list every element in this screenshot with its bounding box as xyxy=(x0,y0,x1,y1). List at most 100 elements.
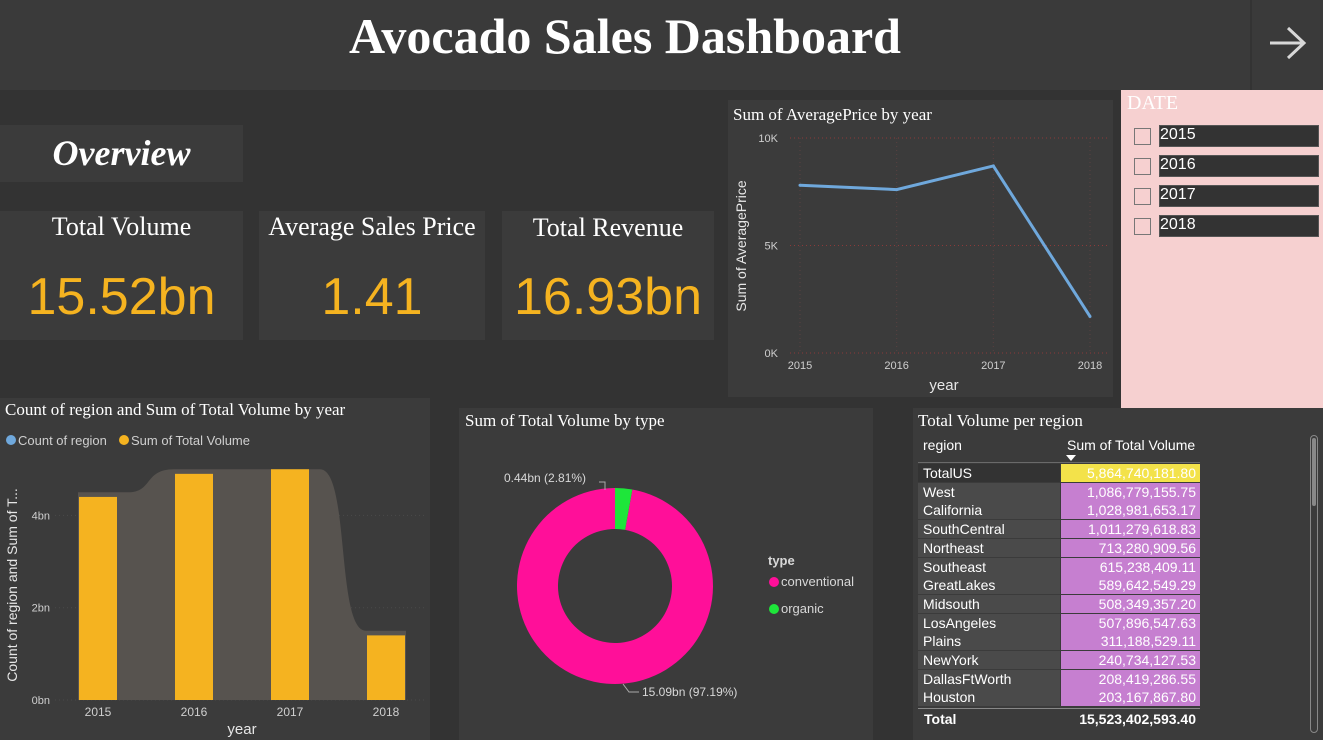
table-row[interactable]: West 1,086,779,155.75 xyxy=(918,482,1200,501)
kpi-total-volume: Total Volume 15.52bn xyxy=(0,211,243,340)
table-row[interactable]: Plains 311,188,529.11 xyxy=(918,632,1200,651)
slicer-option-2018[interactable]: 2018 xyxy=(1134,215,1320,239)
cell-region: DallasFtWorth xyxy=(918,669,1060,688)
cell-volume: 1,086,779,155.75 xyxy=(1061,482,1200,501)
checkbox[interactable] xyxy=(1134,188,1151,205)
legend-label-conventional: conventional xyxy=(781,574,854,589)
scrollbar-thumb[interactable] xyxy=(1312,438,1316,506)
bar-total-volume xyxy=(175,473,213,700)
total-label: Total xyxy=(924,711,957,727)
slicer-option-2015[interactable]: 2015 xyxy=(1134,125,1320,149)
slicer-option-label: 2017 xyxy=(1160,186,1196,203)
overview-label: Overview xyxy=(52,133,191,173)
table-row[interactable]: Southeast 615,238,409.11 xyxy=(918,557,1200,576)
kpi-total-revenue: Total Revenue 16.93bn xyxy=(502,211,714,340)
checkbox[interactable] xyxy=(1134,158,1151,175)
data-point xyxy=(1088,314,1092,318)
cell-region: California xyxy=(918,501,1060,520)
legend-marker-volume xyxy=(119,435,129,445)
cell-region: GreatLakes xyxy=(918,576,1060,595)
table-row[interactable]: Midsouth 508,349,357.20 xyxy=(918,594,1200,613)
cell-volume: 311,188,529.11 xyxy=(1061,632,1200,651)
cell-volume: 589,642,549.29 xyxy=(1061,576,1200,595)
table-title: Total Volume per region xyxy=(918,411,1083,430)
column-header-volume[interactable]: Sum of Total Volume xyxy=(1067,437,1195,453)
donut-chart[interactable]: 0.44bn (2.81%) 15.09bn (97.19%) type conven… xyxy=(459,430,873,740)
kpi-average-sales-price: Average Sales Price 1.41 xyxy=(259,211,485,340)
cell-volume: 1,011,279,618.83 xyxy=(1061,520,1200,539)
y-axis-label: Count of region and Sum of T... xyxy=(4,488,20,682)
cell-region: NewYork xyxy=(918,651,1060,669)
kpi-value: 16.93bn xyxy=(514,268,702,326)
legend-label-volume: Sum of Total Volume xyxy=(131,433,250,448)
x-tick-label: 2015 xyxy=(85,705,112,719)
y-tick-label: 2bn xyxy=(32,603,50,615)
cell-volume: 5,864,740,181.80 xyxy=(1061,464,1200,482)
data-label-organic: 0.44bn (2.81%) xyxy=(504,471,586,485)
table-row[interactable]: GreatLakes 589,642,549.29 xyxy=(918,576,1200,595)
slicer-option-2017[interactable]: 2017 xyxy=(1134,185,1320,209)
x-tick-label: 2016 xyxy=(884,360,908,372)
table-row[interactable]: NewYork 240,734,127.53 xyxy=(918,651,1200,669)
y-tick-label: 0bn xyxy=(32,695,50,707)
table-row[interactable]: TotalUS 5,864,740,181.80 xyxy=(918,464,1200,482)
cell-volume: 507,896,547.63 xyxy=(1061,613,1200,632)
cell-region: LosAngeles xyxy=(918,613,1060,632)
combo-chart[interactable]: Count of region Sum of Total Volume 0bn 2bn… xyxy=(0,420,430,740)
table-row[interactable]: Houston 203,167,867.80 xyxy=(918,688,1200,707)
legend-label-count: Count of region xyxy=(18,433,107,448)
kpi-title: Total Volume xyxy=(51,212,192,241)
table-row[interactable]: LosAngeles 507,896,547.63 xyxy=(918,613,1200,632)
table-row[interactable]: SouthCentral 1,011,279,618.83 xyxy=(918,520,1200,539)
data-point xyxy=(991,164,995,168)
table-row[interactable]: California 1,028,981,653.17 xyxy=(918,501,1200,520)
table-row[interactable]: Northeast 713,280,909.56 xyxy=(918,538,1200,557)
cell-region: SouthCentral xyxy=(918,520,1060,539)
legend-marker-count xyxy=(6,435,16,445)
x-tick-label: 2018 xyxy=(373,705,400,719)
bar-total-volume xyxy=(271,469,309,700)
x-axis-label: year xyxy=(929,377,958,394)
cell-region: TotalUS xyxy=(918,464,1060,482)
cell-region: Plains xyxy=(918,632,1060,651)
y-tick-label: 4bn xyxy=(32,510,50,522)
slicer-title: DATE xyxy=(1127,92,1179,114)
arrow-right-icon[interactable] xyxy=(1266,24,1308,62)
table-scrollbar[interactable] xyxy=(1310,435,1318,733)
donut-chart-title: Sum of Total Volume by type xyxy=(465,411,665,430)
slicer-option-label: 2015 xyxy=(1160,126,1196,143)
cell-volume: 713,280,909.56 xyxy=(1061,538,1200,557)
cell-volume: 615,238,409.11 xyxy=(1061,557,1200,576)
slicer-option-2016[interactable]: 2016 xyxy=(1134,155,1320,179)
checkbox[interactable] xyxy=(1134,128,1151,145)
slicer-option-label: 2016 xyxy=(1160,156,1196,173)
combo-chart-title: Count of region and Sum of Total Volume … xyxy=(5,400,346,419)
x-axis-label: year xyxy=(227,721,256,738)
cell-region: Southeast xyxy=(918,557,1060,576)
series-line xyxy=(799,164,1092,318)
cell-volume: 1,028,981,653.17 xyxy=(1061,501,1200,520)
data-point xyxy=(895,188,899,192)
header-divider xyxy=(918,462,1200,463)
cell-region: Midsouth xyxy=(918,594,1060,613)
y-tick-label: 0K xyxy=(765,348,779,360)
table-row[interactable]: DallasFtWorth 208,419,286.55 xyxy=(918,669,1200,688)
legend-label-organic: organic xyxy=(781,601,824,616)
column-header-region[interactable]: region xyxy=(923,437,962,453)
x-tick-label: 2018 xyxy=(1078,360,1102,372)
cell-volume: 203,167,867.80 xyxy=(1061,688,1200,707)
checkbox[interactable] xyxy=(1134,218,1151,235)
data-point xyxy=(798,183,802,187)
line-chart[interactable]: 0K 5K 10K 2015 2016 2017 2018 year Sum of Averag… xyxy=(728,120,1113,397)
cell-volume: 508,349,357.20 xyxy=(1061,594,1200,613)
total-value: 15,523,402,593.40 xyxy=(1079,711,1196,727)
leader-line xyxy=(622,683,639,693)
sort-desc-icon[interactable] xyxy=(1066,455,1076,461)
page-title: Avocado Sales Dashboard xyxy=(349,8,901,64)
bar-total-volume xyxy=(367,635,405,700)
data-label-conventional: 15.09bn (97.19%) xyxy=(642,685,737,699)
cell-region: Northeast xyxy=(918,538,1060,557)
cell-region: Houston xyxy=(918,688,1060,707)
area-count-of-region xyxy=(78,469,406,700)
cell-volume: 208,419,286.55 xyxy=(1061,669,1200,688)
